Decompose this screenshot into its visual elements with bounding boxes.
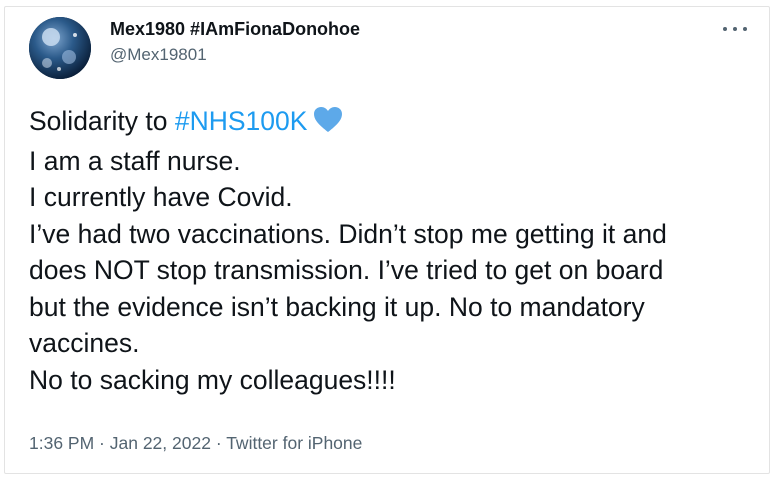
tweet-time[interactable]: 1:36 PM <box>29 433 94 453</box>
tweet-line: I currently have Covid. <box>29 182 293 212</box>
tweet-line: but the evidence isn’t backing it up. No… <box>29 291 645 322</box>
blue-heart-icon <box>313 106 343 143</box>
tweet-text-segment: Solidarity to <box>29 106 175 136</box>
separator-dot: · <box>94 433 110 453</box>
tweet-metadata: 1:36 PM · Jan 22, 2022 · Twitter for iPh… <box>29 433 362 454</box>
tweet-line: I’ve had two vaccinations. Didn’t stop m… <box>29 218 667 249</box>
hashtag-link[interactable]: #NHS100K <box>175 106 308 136</box>
tweet-source[interactable]: Twitter for iPhone <box>226 433 362 453</box>
tweet-card: Mex1980 #IAmFionaDonohoe @Mex19801 Solid… <box>4 6 770 474</box>
tweet-line: I am a staff nurse. <box>29 145 241 176</box>
display-name[interactable]: Mex1980 #IAmFionaDonohoe <box>110 19 360 40</box>
avatar[interactable] <box>29 17 91 79</box>
more-horizontal-icon[interactable] <box>723 21 747 37</box>
tweet-date[interactable]: Jan 22, 2022 <box>110 433 211 453</box>
tweet-line: does NOT stop transmission. I’ve tried t… <box>29 255 664 285</box>
tweet-line: vaccines. <box>29 328 140 358</box>
user-handle[interactable]: @Mex19801 <box>110 45 207 65</box>
tweet-line: No to sacking my colleagues!!!! <box>29 364 396 395</box>
tweet-line: Solidarity to #NHS100K <box>29 103 759 143</box>
tweet-text: Solidarity to #NHS100K I am a staff nurs… <box>29 103 759 398</box>
separator-dot: · <box>210 433 227 453</box>
